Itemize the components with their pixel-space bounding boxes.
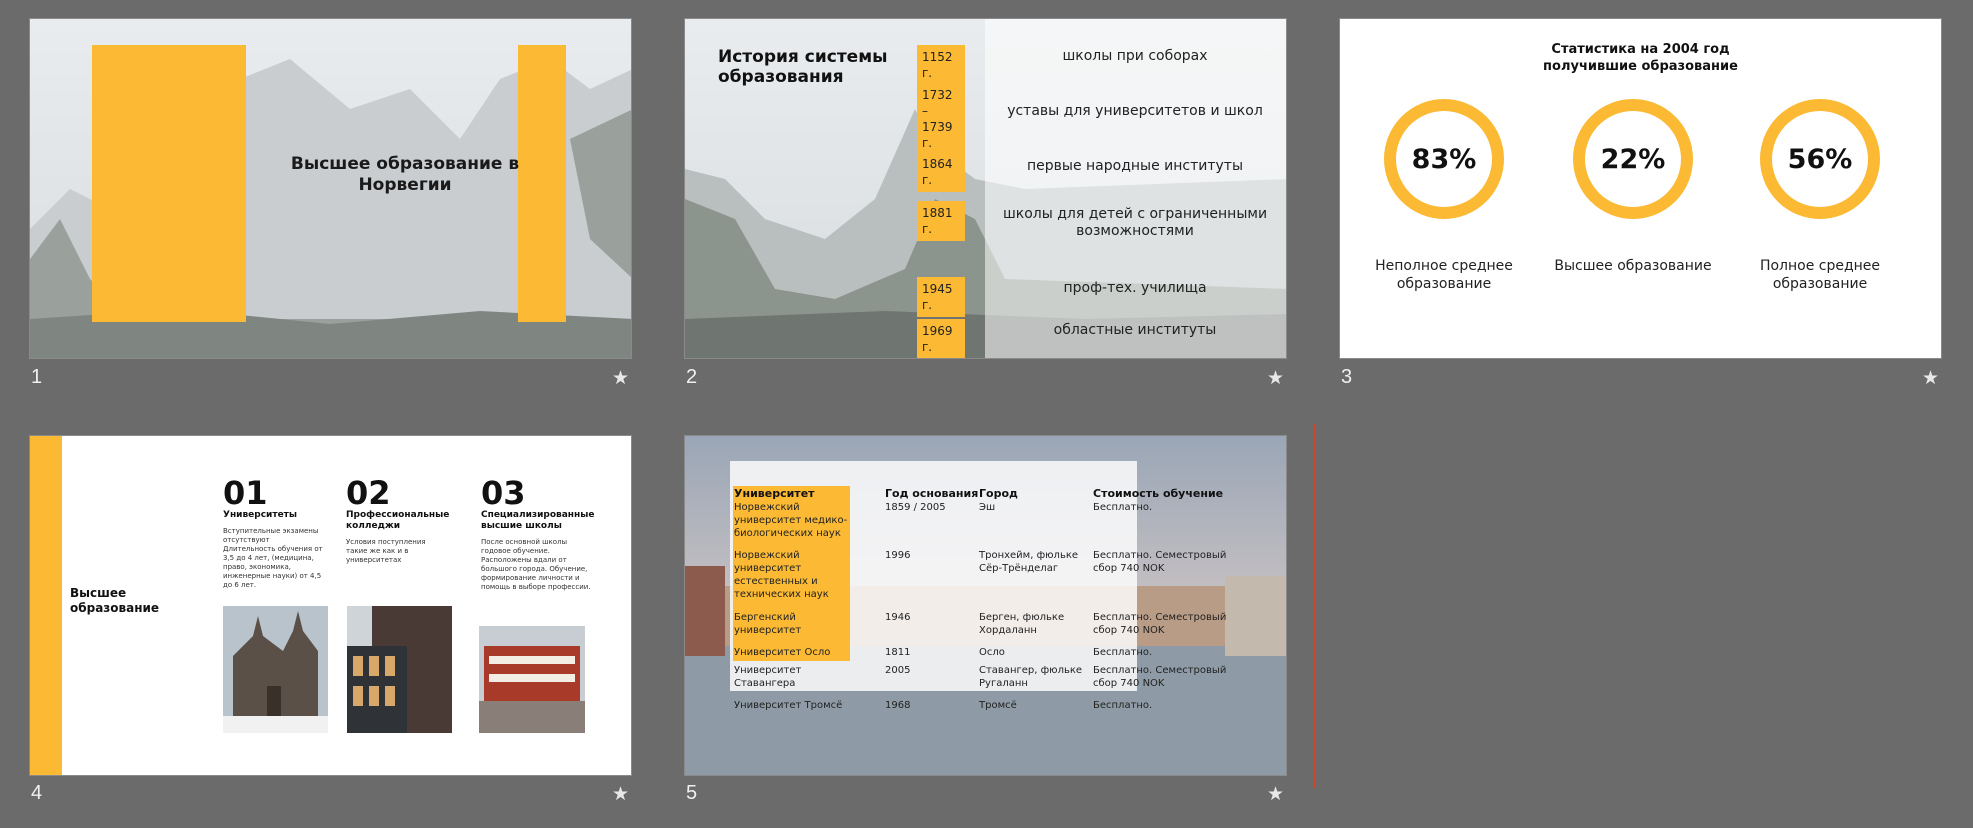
university-photo [223,606,328,733]
category-desc: Вступительные экзамены отсутствуют Длите… [223,527,323,589]
category-title: Специализированные высшие школы [481,510,595,531]
timeline-desc: проф-тех. училища [1063,280,1207,296]
slide-4-number: 4 [31,782,43,804]
category-column: 01 Университеты Вступительные экзамены о… [223,474,323,590]
timeline-year: 1881 г. [917,201,965,241]
table-cell: 2005 [885,665,911,676]
stat-ring: 56% [1760,99,1880,219]
table-cell: Университет Тромсё [734,700,843,711]
slide-1-title: Высшее образование в Норвегии [290,154,520,195]
table-cell: Норвежский университет медико-биологичес… [734,502,848,539]
table-cell: Бесплатно. Семестровый сбор 740 NOK [1093,550,1227,574]
slide-1-thumbnail[interactable]: Высшее образование в Норвегии [29,18,632,359]
timeline-year: 1732 – 1739 г. [917,83,965,155]
category-number: 01 [223,474,268,512]
table-cell: Осло [979,647,1005,658]
table-cell: Ставангер, фюльке Ругаланн [979,665,1083,689]
slide-sorter-view: { "slides": [ {"number": "1", "title": "… [0,0,1973,828]
table-cell: 1859 / 2005 [885,502,946,513]
accent-bar-right [518,45,566,322]
table-cell: Университет Осло [734,647,831,658]
slide-5-thumbnail[interactable]: Университет Год основания Город Стоимост… [684,435,1287,776]
star-icon[interactable]: ★ [1267,367,1284,390]
slide-5-number: 5 [686,782,698,804]
timeline-desc: уставы для университетов и школ [1007,103,1263,119]
table-cell: Берген, фюльке Хордаланн [979,612,1065,636]
timeline-desc: первые народные институты [1026,158,1243,174]
table-cell: Бесплатно. [1093,647,1153,658]
slide-4-thumbnail[interactable]: Высшее образование 01 Университеты Вступ… [29,435,632,776]
table-header: Город [979,487,1018,500]
stat-value: 22% [1600,143,1666,175]
timeline-year: 1945 г. [917,277,965,317]
table-header: Университет [734,487,815,500]
table-header: Стоимость обучение [1093,487,1224,500]
accent-bar-left [92,45,246,322]
category-number: 03 [481,474,526,512]
table-cell: Бергенский университет [734,612,802,636]
stat-value: 56% [1787,143,1853,175]
star-icon[interactable]: ★ [1922,367,1939,390]
slide-4-heading: Высшее образование [70,586,160,615]
star-icon[interactable]: ★ [612,367,629,390]
category-column: 02 Профессиональные колледжи Условия пос… [346,474,450,565]
table-cell: Тромсё [979,700,1017,711]
stat-label: Неполное среднее образование [1375,258,1513,292]
category-number: 02 [346,474,391,512]
slide-2-number: 2 [686,366,698,388]
slide-3-title-line2: получившие образование [1543,59,1738,74]
table-cell: Университет Ставангера [734,665,802,689]
category-desc: После основной школы годовое обучение. Р… [481,538,591,591]
stat-ring: 83% [1384,99,1504,219]
stat-value: 83% [1411,143,1477,175]
category-desc: Условия поступления такие же как и в уни… [346,538,426,564]
slide-2-thumbnail[interactable]: История системы образования 1152 г. 1732… [684,18,1287,359]
table-cell: Бесплатно. Семестровый сбор 740 NOK [1093,612,1227,636]
star-icon[interactable]: ★ [612,783,629,806]
table-cell: 1996 [885,550,911,561]
table-cell: Бесплатно. [1093,700,1153,711]
slide-3-thumbnail[interactable]: Статистика на 2004 год получившие образо… [1339,18,1942,359]
slide-3-title: Статистика на 2004 год получившие образо… [1340,41,1941,75]
slide-2-title: История системы образования [718,47,888,87]
table-cell: Бесплатно. Семестровый сбор 740 NOK [1093,665,1227,689]
stat-ring: 22% [1573,99,1693,219]
timeline-year: 1969 г. [917,319,965,358]
accent-side-bar [30,436,62,775]
category-title: Профессиональные колледжи [346,510,450,531]
school-photo [479,626,585,733]
table-cell: Норвежский университет естественных и те… [734,550,829,600]
timeline-desc: школы при соборах [1062,48,1208,64]
category-column: 03 Специализированные высшие школы После… [481,474,596,592]
timeline-year: 1864 г. [917,152,965,192]
stat-label: Высшее образование [1554,258,1712,274]
college-photo [347,606,452,733]
timeline-desc: областные институты [1053,322,1217,338]
table-cell: Эш [979,502,996,513]
table-cell: 1968 [885,700,911,711]
stat-label: Полное среднее образование [1759,258,1881,292]
table-header: Год основания [885,487,979,500]
slide-3-number: 3 [1341,366,1353,388]
timeline-desc: школы для детей с ограниченными возможно… [1002,206,1268,239]
table-cell: 1811 [885,647,911,658]
slide-3-title-line1: Статистика на 2004 год [1551,42,1730,57]
timeline-year: 1152 г. [917,45,965,85]
slide-1-number: 1 [31,366,43,388]
table-cell: Бесплатно. [1093,502,1153,513]
table-cell: 1946 [885,612,911,623]
insertion-cursor [1313,424,1315,788]
table-cell: Тронхейм, фюльке Сёр-Трёнделаг [979,550,1079,574]
category-title: Университеты [223,510,298,520]
star-icon[interactable]: ★ [1267,783,1284,806]
